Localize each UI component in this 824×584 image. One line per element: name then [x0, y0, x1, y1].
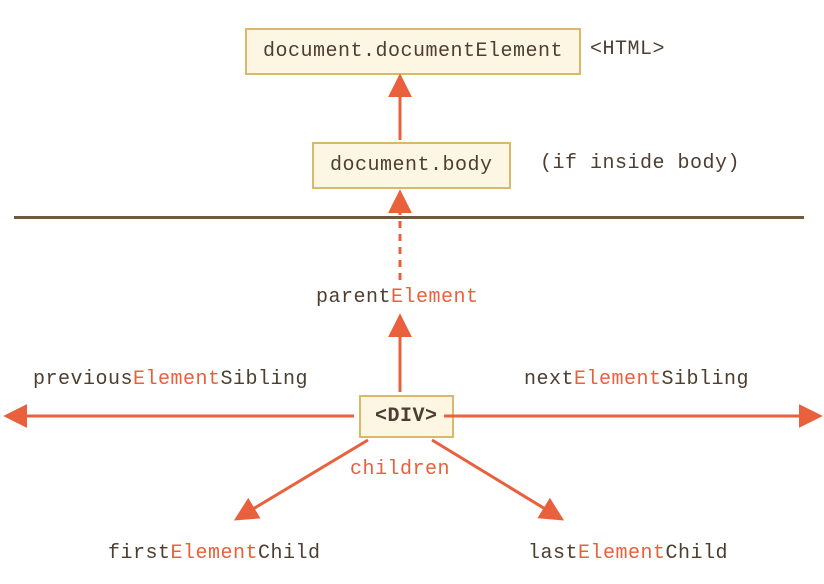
- label-last-element-child-suffix: Child: [666, 542, 729, 565]
- label-parent-element-hl: Element: [391, 286, 479, 309]
- label-last-element-child-prefix: last: [528, 542, 578, 565]
- label-first-element-child-prefix: first: [108, 542, 171, 565]
- label-previous-element-sibling-suffix: Sibling: [221, 368, 309, 391]
- label-first-element-child-hl: Element: [171, 542, 259, 565]
- label-parent-element-prefix: parent: [316, 286, 391, 309]
- diagram-stage: document.documentElement <HTML> document…: [0, 0, 824, 584]
- label-next-element-sibling-suffix: Sibling: [662, 368, 750, 391]
- label-last-element-child: lastElementChild: [528, 542, 728, 565]
- box-document-element-text: document.documentElement: [263, 40, 563, 63]
- divider-line: [14, 216, 804, 219]
- label-previous-element-sibling: previousElementSibling: [33, 368, 308, 391]
- label-previous-element-sibling-hl: Element: [133, 368, 221, 391]
- label-first-element-child-suffix: Child: [258, 542, 321, 565]
- note-body: (if inside body): [540, 152, 740, 175]
- arrow-last-child: [432, 440, 560, 518]
- box-document-element: document.documentElement: [245, 28, 581, 75]
- box-div: <DIV>: [359, 395, 454, 438]
- note-html: <HTML>: [590, 38, 665, 61]
- label-children: children: [350, 458, 450, 481]
- label-next-element-sibling-hl: Element: [574, 368, 662, 391]
- box-document-body-text: document.body: [330, 154, 493, 177]
- label-parent-element: parentElement: [316, 286, 479, 309]
- label-last-element-child-hl: Element: [578, 542, 666, 565]
- label-previous-element-sibling-prefix: previous: [33, 368, 133, 391]
- label-children-hl: children: [350, 458, 450, 481]
- label-first-element-child: firstElementChild: [108, 542, 321, 565]
- label-next-element-sibling-prefix: next: [524, 368, 574, 391]
- label-next-element-sibling: nextElementSibling: [524, 368, 749, 391]
- arrow-first-child: [238, 440, 368, 518]
- box-div-text: <DIV>: [375, 405, 438, 428]
- box-document-body: document.body: [312, 142, 511, 189]
